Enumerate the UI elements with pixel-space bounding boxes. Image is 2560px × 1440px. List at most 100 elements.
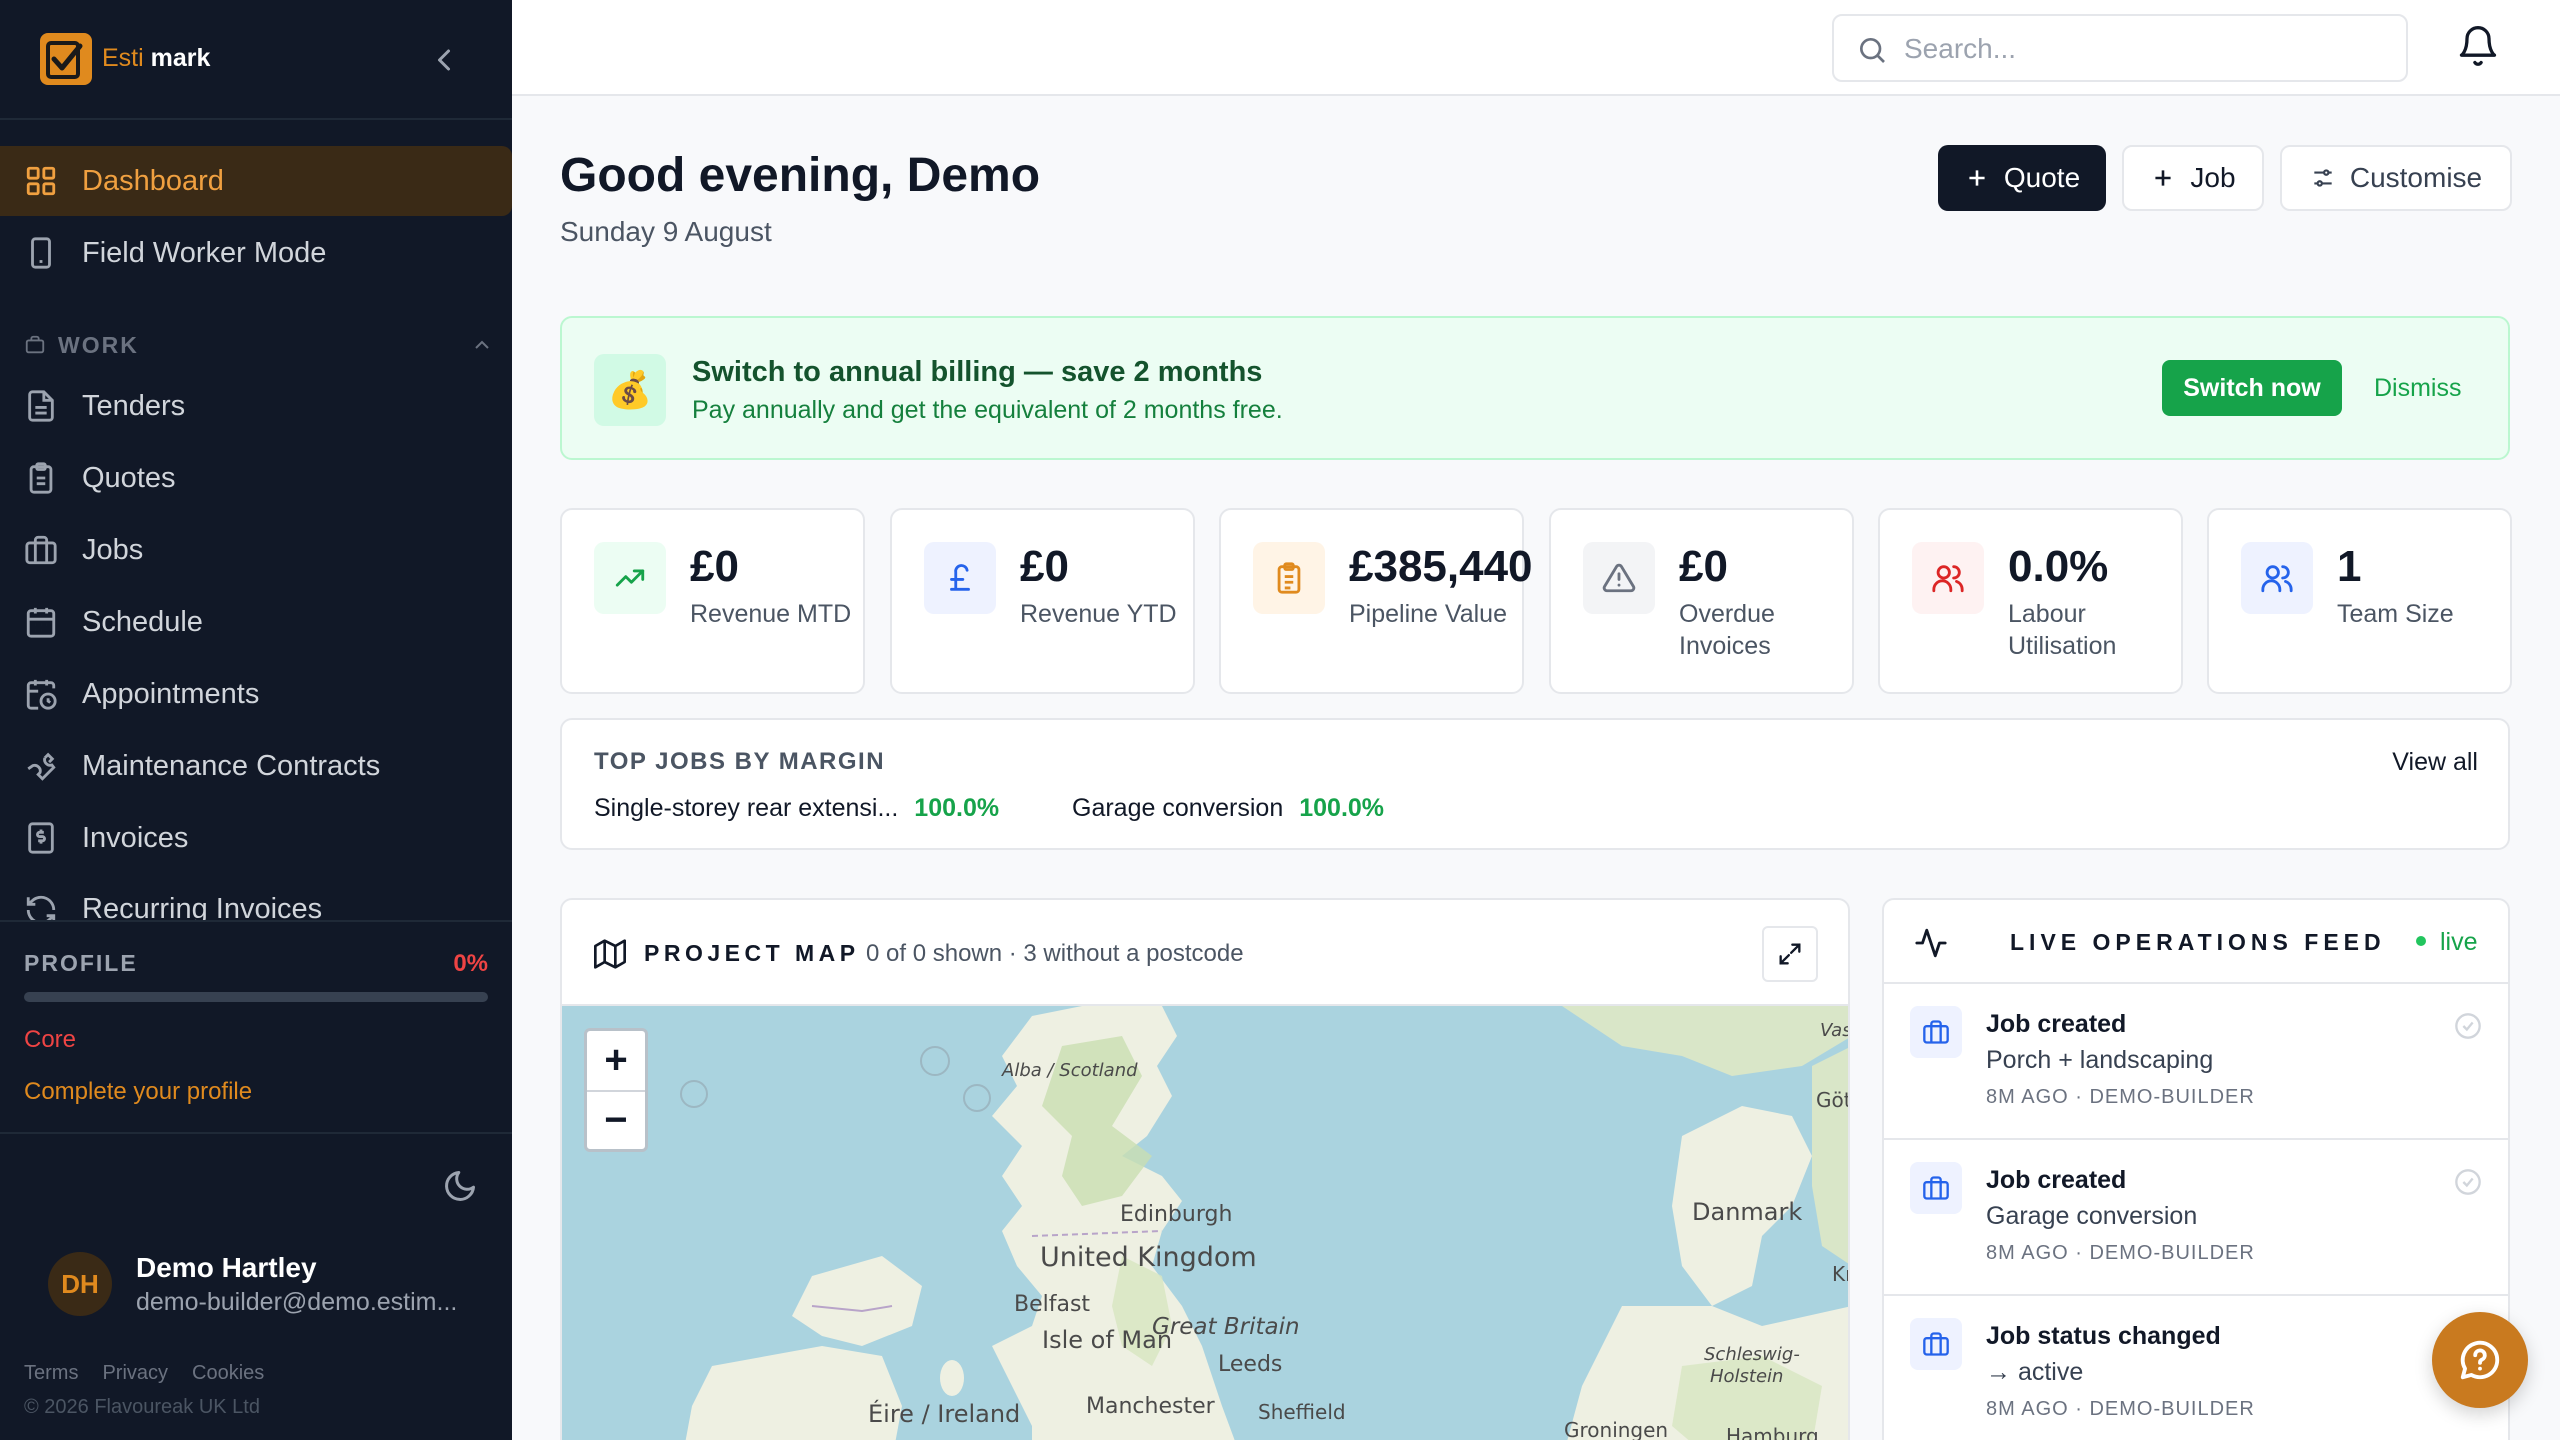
complete-profile-link[interactable]: Complete your profile (24, 1078, 252, 1106)
nav-jobs[interactable]: Jobs (0, 515, 512, 585)
privacy-link[interactable]: Privacy (102, 1362, 168, 1385)
bell-icon[interactable] (2456, 24, 2500, 68)
section-work-label: WORK (58, 331, 139, 358)
stat-label: Labour Utilisation (2008, 600, 2117, 660)
estimark-logo-icon[interactable] (40, 33, 92, 85)
dismiss-button[interactable]: Dismiss (2374, 374, 2462, 403)
cookies-link[interactable]: Cookies (192, 1362, 264, 1385)
legal-links: Terms Privacy Cookies (24, 1362, 264, 1385)
dashboard-icon (26, 166, 56, 196)
top-job-item[interactable]: Single-storey rear extensi... 100.0% (594, 794, 999, 823)
new-quote-button[interactable]: Quote (1938, 145, 2106, 211)
section-work[interactable]: WORK (24, 328, 494, 362)
briefcase-icon (1910, 1318, 1962, 1370)
stat-card-revenue-mtd[interactable]: £0 Revenue MTD (560, 508, 865, 694)
map-label: Great Britain (1152, 1314, 1300, 1340)
collapse-sidebar-icon[interactable] (426, 42, 462, 78)
feed-item-meta: 8M AGO · DEMO-BUILDER (1986, 1242, 2255, 1264)
wrench-icon (27, 752, 56, 781)
money-bag-icon: 💰 (594, 354, 666, 426)
map-label: Vas (1820, 1020, 1850, 1041)
top-job-margin: 100.0% (1299, 794, 1385, 822)
page-title: Good evening, Demo (560, 149, 1041, 202)
feed-item[interactable]: Job status changed → active 8M AGO · DEM… (1884, 1296, 2508, 1440)
stat-value: 0.0% (2008, 542, 2109, 591)
nav-dashboard[interactable]: Dashboard (0, 146, 512, 216)
avatar[interactable]: DH (48, 1252, 112, 1316)
stat-card-overdue-invoices[interactable]: £0 Overdue Invoices (1549, 508, 1854, 694)
copyright: © 2026 Flavoureak UK Ltd (24, 1396, 260, 1418)
nav-invoices[interactable]: Invoices (0, 803, 512, 873)
top-jobs-title: TOP JOBS BY MARGIN (594, 748, 886, 775)
plus-icon (1969, 170, 1985, 186)
feed-item[interactable]: Job created Garage conversion 8M AGO · D… (1884, 1140, 2508, 1296)
profile-progress-bar (24, 992, 488, 1002)
nav-recurring-invoices[interactable]: Recurring Invoices (0, 875, 512, 920)
chat-help-icon (2460, 1340, 2500, 1380)
view-all-link[interactable]: View all (2392, 748, 2478, 777)
feed-item-detail: Garage conversion (1986, 1202, 2198, 1230)
feed-header: LIVE OPERATIONS FEED live (1884, 900, 2508, 984)
stat-card-revenue-ytd[interactable]: £0 Revenue YTD (890, 508, 1195, 694)
check-circle-icon[interactable] (2454, 1168, 2482, 1196)
stat-card-labour-utilisation[interactable]: 0.0% Labour Utilisation (1878, 508, 2183, 694)
map-label: Éire / Ireland (868, 1400, 1021, 1428)
customise-button[interactable]: Customise (2280, 145, 2512, 211)
zoom-out-button[interactable]: − (587, 1090, 645, 1149)
nav-maintenance-contracts[interactable]: Maintenance Contracts (0, 731, 512, 801)
briefcase-icon (1910, 1006, 1962, 1058)
map-label: Manchester (1086, 1394, 1215, 1419)
stat-card-team-size[interactable]: 1 Team Size (2207, 508, 2512, 694)
new-job-label: Job (2190, 162, 2236, 193)
nav-field-worker-mode[interactable]: Field Worker Mode (0, 218, 512, 288)
profile-completion: PROFILE 0% Core Complete your profile (0, 920, 512, 1134)
nav-field-worker-label: Field Worker Mode (82, 236, 327, 269)
feed-item[interactable]: Job created Porch + landscaping 8M AGO ·… (1884, 984, 2508, 1140)
nav-tenders[interactable]: Tenders (0, 371, 512, 441)
map-label: Sheffield (1258, 1400, 1346, 1424)
map-canvas[interactable]: + − Alba / Scotland Edinburgh United Kin… (562, 1006, 1850, 1440)
customise-label: Customise (2349, 162, 2483, 193)
map-label: United Kingdom (1040, 1242, 1257, 1273)
live-indicator-dot (2416, 936, 2426, 946)
search-box[interactable] (1832, 14, 2408, 82)
project-map-panel: PROJECT MAP 0 of 0 shown · 3 without a p… (560, 898, 1850, 1440)
stat-card-pipeline-value[interactable]: £385,440 Pipeline Value (1219, 508, 1533, 694)
expand-icon[interactable] (1762, 926, 1818, 982)
feed-item-detail: Porch + landscaping (1986, 1046, 2214, 1074)
check-circle-icon[interactable] (2454, 1012, 2482, 1040)
chevron-up-icon (475, 340, 489, 349)
search-icon (1860, 38, 1885, 63)
stat-label: Pipeline Value (1349, 600, 1507, 628)
new-job-button[interactable]: Job (2122, 145, 2264, 211)
profile-percent: 0% (453, 950, 488, 977)
terms-link[interactable]: Terms (24, 1362, 78, 1385)
nav-schedule[interactable]: Schedule (0, 587, 512, 657)
topbar (512, 0, 2560, 96)
calendar-icon (26, 607, 56, 638)
annual-billing-banner: 💰 Switch to annual billing — save 2 mont… (560, 316, 2510, 460)
trending-up-icon (594, 542, 666, 614)
zoom-in-button[interactable]: + (587, 1031, 645, 1090)
brand-header: Esti mark (0, 0, 512, 120)
map-label: Alba / Scotland (1002, 1060, 1138, 1081)
stat-value: £385,440 (1349, 542, 1533, 591)
live-label: live (2440, 928, 2478, 956)
map-label: Holstein (1710, 1366, 1784, 1387)
briefcase-icon (25, 335, 45, 354)
search-input[interactable] (1904, 30, 2384, 68)
zoom-controls: + − (584, 1028, 648, 1152)
nav-dashboard-label: Dashboard (82, 164, 224, 197)
nav-invoices-label: Invoices (82, 821, 189, 854)
top-job-name: Single-storey rear extensi... (594, 794, 899, 822)
nav-appointments[interactable]: Appointments (0, 659, 512, 729)
map-icon (594, 939, 626, 969)
map-label: Schleswig- (1704, 1344, 1800, 1365)
top-job-item[interactable]: Garage conversion 100.0% (1072, 794, 1384, 823)
nav-quotes[interactable]: Quotes (0, 443, 512, 513)
moon-icon[interactable] (442, 1168, 478, 1204)
feed-item-title: Job created (1986, 1166, 2127, 1194)
chat-help-button[interactable] (2432, 1312, 2528, 1408)
stat-label: Revenue YTD (1020, 600, 1177, 628)
switch-now-button[interactable]: Switch now (2162, 360, 2342, 416)
